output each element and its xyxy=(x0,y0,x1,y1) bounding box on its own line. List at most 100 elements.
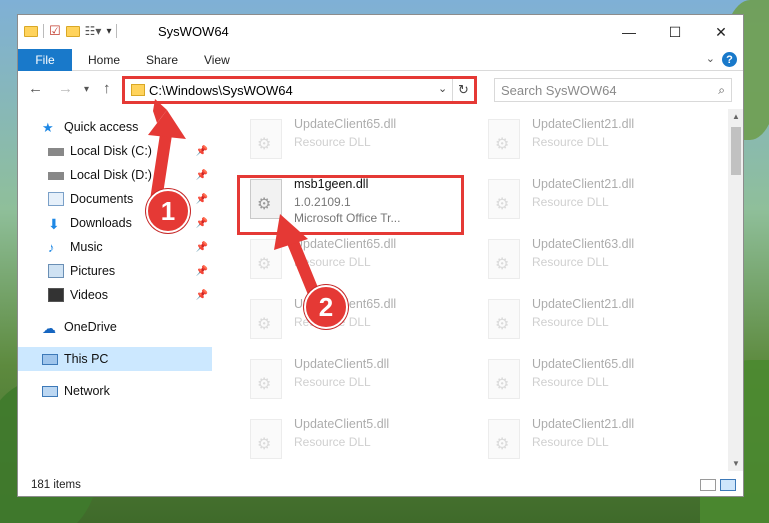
ribbon-expand-icon[interactable]: ⌄ xyxy=(706,52,715,65)
ribbon-tabs: File Home Share View ⌄ ? xyxy=(18,49,743,71)
file-description: Resource DLL xyxy=(294,255,371,269)
tab-file[interactable]: File xyxy=(18,49,72,71)
tab-view[interactable]: View xyxy=(204,53,230,67)
back-arrow-icon[interactable]: ← xyxy=(28,80,43,97)
forward-arrow-icon[interactable]: → xyxy=(58,80,73,97)
pin-icon: 📌 xyxy=(195,289,208,301)
dll-file-icon xyxy=(488,299,520,339)
file-list: UpdateClient65.dll Resource DLL msb1geen… xyxy=(224,109,728,471)
recent-locations-icon[interactable]: ▾ xyxy=(84,84,89,95)
file-item[interactable]: UpdateClient65.dll Resource DLL xyxy=(238,113,458,163)
file-description: Resource DLL xyxy=(294,375,371,389)
file-item[interactable]: UpdateClient65.dll Resource DLL xyxy=(238,293,458,343)
up-arrow-icon[interactable]: ↑ xyxy=(103,80,111,97)
sidebar-item-pictures[interactable]: Pictures 📌 xyxy=(18,259,212,283)
file-description: Resource DLL xyxy=(532,195,609,209)
sidebar-item-quick-access[interactable]: ★ Quick access xyxy=(18,115,212,139)
file-description: Resource DLL xyxy=(532,315,609,329)
file-name: UpdateClient21.dll xyxy=(532,297,635,311)
dll-file-icon xyxy=(250,359,282,399)
tab-home[interactable]: Home xyxy=(88,53,120,67)
sidebar-item-music[interactable]: ♪ Music 📌 xyxy=(18,235,212,259)
address-highlight xyxy=(122,76,477,104)
search-input[interactable]: Search SysWOW64 xyxy=(501,83,617,98)
pin-icon: 📌 xyxy=(195,241,208,253)
file-item[interactable]: UpdateClient21.dll Resource DLL xyxy=(476,173,696,223)
file-name: UpdateClient65.dll xyxy=(294,237,397,251)
sidebar-item-label: Music xyxy=(70,240,103,254)
help-icon[interactable]: ? xyxy=(722,52,737,67)
file-name: UpdateClient5.dll xyxy=(294,357,390,371)
sidebar-item-videos[interactable]: Videos 📌 xyxy=(18,283,212,307)
sidebar-item-onedrive[interactable]: ☁ OneDrive xyxy=(18,315,212,339)
explorer-window: ☑ ☷▾ ▾ SysWOW64 — ☐ ✕ File Home Share Vi… xyxy=(17,14,744,497)
music-icon: ♪ xyxy=(48,240,55,255)
sidebar-item-label: Quick access xyxy=(64,120,139,134)
scroll-down-icon[interactable]: ▼ xyxy=(732,459,740,468)
tab-share[interactable]: Share xyxy=(146,53,178,67)
chevron-down-icon[interactable]: ▾ xyxy=(106,26,111,37)
file-item[interactable]: UpdateClient21.dll Resource DLL xyxy=(476,293,696,343)
properties-icon[interactable]: ☑ xyxy=(49,23,61,39)
details-view-icon[interactable] xyxy=(700,479,716,491)
folder-icon xyxy=(24,25,38,37)
documents-icon xyxy=(48,192,64,206)
star-icon: ★ xyxy=(42,120,54,135)
sidebar-item-label: Downloads xyxy=(70,216,132,230)
file-item[interactable]: UpdateClient5.dll Resource DLL xyxy=(238,353,458,403)
vertical-scrollbar[interactable]: ▲ ▼ xyxy=(728,109,743,471)
pin-icon: 📌 xyxy=(195,217,208,229)
file-description: Resource DLL xyxy=(294,135,371,149)
pictures-icon xyxy=(48,264,64,278)
sidebar-item-this-pc[interactable]: This PC xyxy=(18,347,212,371)
search-icon[interactable]: ⌕ xyxy=(718,83,725,98)
computer-icon xyxy=(42,353,58,365)
window-title: SysWOW64 xyxy=(158,24,229,39)
download-icon: ⬇ xyxy=(48,216,60,232)
file-description: Resource DLL xyxy=(532,255,609,269)
pin-icon: 📌 xyxy=(195,169,208,181)
status-bar: 181 items xyxy=(18,473,743,496)
divider xyxy=(116,24,118,38)
sidebar-item-network[interactable]: Network xyxy=(18,379,212,403)
title-bar: ☑ ☷▾ ▾ SysWOW64 — ☐ ✕ xyxy=(18,15,743,49)
file-item[interactable]: UpdateClient65.dll Resource DLL xyxy=(238,233,458,283)
file-name: UpdateClient21.dll xyxy=(532,177,635,191)
file-name: UpdateClient5.dll xyxy=(294,417,390,431)
maximize-button[interactable]: ☐ xyxy=(652,15,698,49)
navigation-pane: ★ Quick access Local Disk (C:) 📌 Local D… xyxy=(18,109,212,471)
file-item[interactable]: UpdateClient5.dll Resource DLL xyxy=(238,413,458,463)
sidebar-item-label: This PC xyxy=(64,352,109,366)
close-button[interactable]: ✕ xyxy=(698,15,743,49)
dll-file-icon xyxy=(488,419,520,459)
step-1-badge: 1 xyxy=(146,189,190,233)
large-icons-view-icon[interactable] xyxy=(720,479,736,491)
sidebar-item-label: Local Disk (D:) xyxy=(70,168,152,182)
sidebar-item-label: Documents xyxy=(70,192,134,206)
file-name: UpdateClient63.dll xyxy=(532,237,635,251)
file-item[interactable]: UpdateClient21.dll Resource DLL xyxy=(476,113,696,163)
customize-toolbar-icon[interactable]: ☷▾ xyxy=(85,24,102,38)
step-2-badge: 2 xyxy=(304,285,348,329)
sidebar-item-label: Pictures xyxy=(70,264,116,278)
minimize-button[interactable]: — xyxy=(606,15,652,49)
file-item[interactable]: UpdateClient21.dll Resource DLL xyxy=(476,413,696,463)
file-description: Resource DLL xyxy=(532,375,609,389)
dll-file-icon xyxy=(488,119,520,159)
pin-icon: 📌 xyxy=(195,265,208,277)
new-folder-icon[interactable] xyxy=(65,25,80,37)
file-highlight xyxy=(237,175,464,235)
scroll-up-icon[interactable]: ▲ xyxy=(732,112,740,121)
file-description: Resource DLL xyxy=(294,435,371,449)
pin-icon: 📌 xyxy=(195,193,208,205)
search-box[interactable]: Search SysWOW64 ⌕ xyxy=(494,78,732,102)
file-item[interactable]: UpdateClient65.dll Resource DLL xyxy=(476,353,696,403)
file-description: Resource DLL xyxy=(532,435,609,449)
item-count: 181 items xyxy=(31,479,81,491)
dll-file-icon xyxy=(488,359,520,399)
file-item[interactable]: UpdateClient63.dll Resource DLL xyxy=(476,233,696,283)
sidebar-item-local-disk-c[interactable]: Local Disk (C:) 📌 xyxy=(18,139,212,163)
scrollbar-thumb[interactable] xyxy=(731,127,741,175)
dll-file-icon xyxy=(250,119,282,159)
sidebar-item-local-disk-d[interactable]: Local Disk (D:) 📌 xyxy=(18,163,212,187)
